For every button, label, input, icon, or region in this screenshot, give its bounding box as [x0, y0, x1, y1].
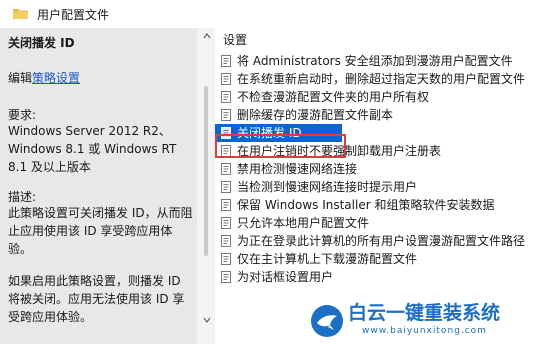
list-item-label: 不检查漫游配置文件夹的用户所有权 — [237, 90, 430, 104]
settings-list: 设置 将 Administrators 安全组添加到漫游用户配置文件 在系统重新启… — [215, 28, 545, 344]
list-item[interactable]: 为对话框设置用户 — [215, 268, 545, 286]
list-item[interactable]: 仅在主计算机上下载漫游配置文件 — [215, 250, 545, 268]
highlight-outline — [215, 134, 346, 158]
list-item-label: 当检测到慢速网络连接时提示用户 — [237, 180, 418, 194]
list-item[interactable]: 为正在登录此计算机的所有用户设置漫游配置文件路径 — [215, 232, 545, 250]
policy-setting-icon — [221, 235, 231, 247]
policy-setting-icon — [221, 253, 231, 265]
policy-setting-icon — [221, 163, 231, 175]
brand-url: www.baiyunxitong.com — [362, 326, 487, 336]
description-pane: 关闭播发 ID 编辑策略设置 要求: Windows Server 2012 R… — [0, 28, 197, 344]
policy-setting-icon — [221, 73, 231, 85]
policy-setting-icon — [221, 199, 231, 211]
edit-policy-line: 编辑策略设置 — [8, 69, 80, 87]
scroll-up-icon[interactable] — [203, 32, 211, 40]
policy-setting-icon — [221, 217, 231, 229]
folder-icon — [13, 9, 28, 19]
list-item-label: 将 Administrators 安全组添加到漫游用户配置文件 — [237, 54, 513, 68]
list-item-label: 禁用检测慢速网络连接 — [237, 162, 358, 176]
list-item-label: 保留 Windows Installer 和组策略软件安装数据 — [237, 198, 495, 212]
list-item[interactable]: 当检测到慢速网络连接时提示用户 — [215, 178, 545, 196]
list-item[interactable]: 将 Administrators 安全组添加到漫游用户配置文件 — [215, 52, 545, 70]
brand-name: 白云一键重装系统 — [348, 302, 501, 324]
list-item[interactable]: 保留 Windows Installer 和组策略软件安装数据 — [215, 196, 545, 214]
brand-watermark: 白云一键重装系统 www.baiyunxitong.com — [302, 300, 545, 344]
policy-setting-icon — [221, 181, 231, 193]
list-item-label: 仅在主计算机上下载漫游配置文件 — [237, 252, 418, 266]
edit-policy-link[interactable]: 策略设置 — [32, 71, 80, 85]
policy-setting-icon — [221, 109, 231, 121]
bird-logo-icon — [311, 305, 343, 337]
column-header-setting[interactable]: 设置 — [223, 32, 247, 48]
policy-setting-icon — [221, 91, 231, 103]
description-text: 此策略设置可关闭播发 ID，从而阻止应用使用该 ID 享受跨应用体验。 — [8, 206, 193, 256]
list-item-label: 只允许本地用户配置文件 — [237, 216, 370, 230]
scroll-down-icon[interactable] — [203, 316, 211, 324]
list-item[interactable]: 在系统重新启动时，删除超过指定天数的用户配置文件 — [215, 70, 545, 88]
list-item[interactable]: 只允许本地用户配置文件 — [215, 214, 545, 232]
enabled-behavior-text: 如果启用此策略设置，则播发 ID 将被关闭。应用无法使用该 ID 享受跨应用体验… — [8, 274, 185, 324]
panel-header: 用户配置文件 — [0, 0, 545, 28]
list-item[interactable]: 删除缓存的漫游配置文件副本 — [215, 106, 545, 124]
list-item-label: 为对话框设置用户 — [237, 270, 334, 284]
policy-title: 关闭播发 ID — [8, 36, 75, 50]
header-title: 用户配置文件 — [37, 8, 110, 22]
settings-rows: 将 Administrators 安全组添加到漫游用户配置文件 在系统重新启动时，… — [215, 52, 545, 286]
list-item[interactable]: 禁用检测慢速网络连接 — [215, 160, 545, 178]
policy-setting-icon — [221, 55, 231, 67]
list-item-label: 为正在登录此计算机的所有用户设置漫游配置文件路径 — [237, 234, 526, 248]
scrollbar-thumb[interactable] — [204, 86, 208, 256]
list-item-label: 在系统重新启动时，删除超过指定天数的用户配置文件 — [237, 72, 526, 86]
list-item[interactable]: 不检查漫游配置文件夹的用户所有权 — [215, 88, 545, 106]
policy-setting-icon — [221, 271, 231, 283]
list-item-label: 删除缓存的漫游配置文件副本 — [237, 108, 394, 122]
requirements-text: Windows Server 2012 R2、Windows 8.1 或 Win… — [8, 124, 177, 174]
edit-prefix: 编辑 — [8, 71, 33, 85]
